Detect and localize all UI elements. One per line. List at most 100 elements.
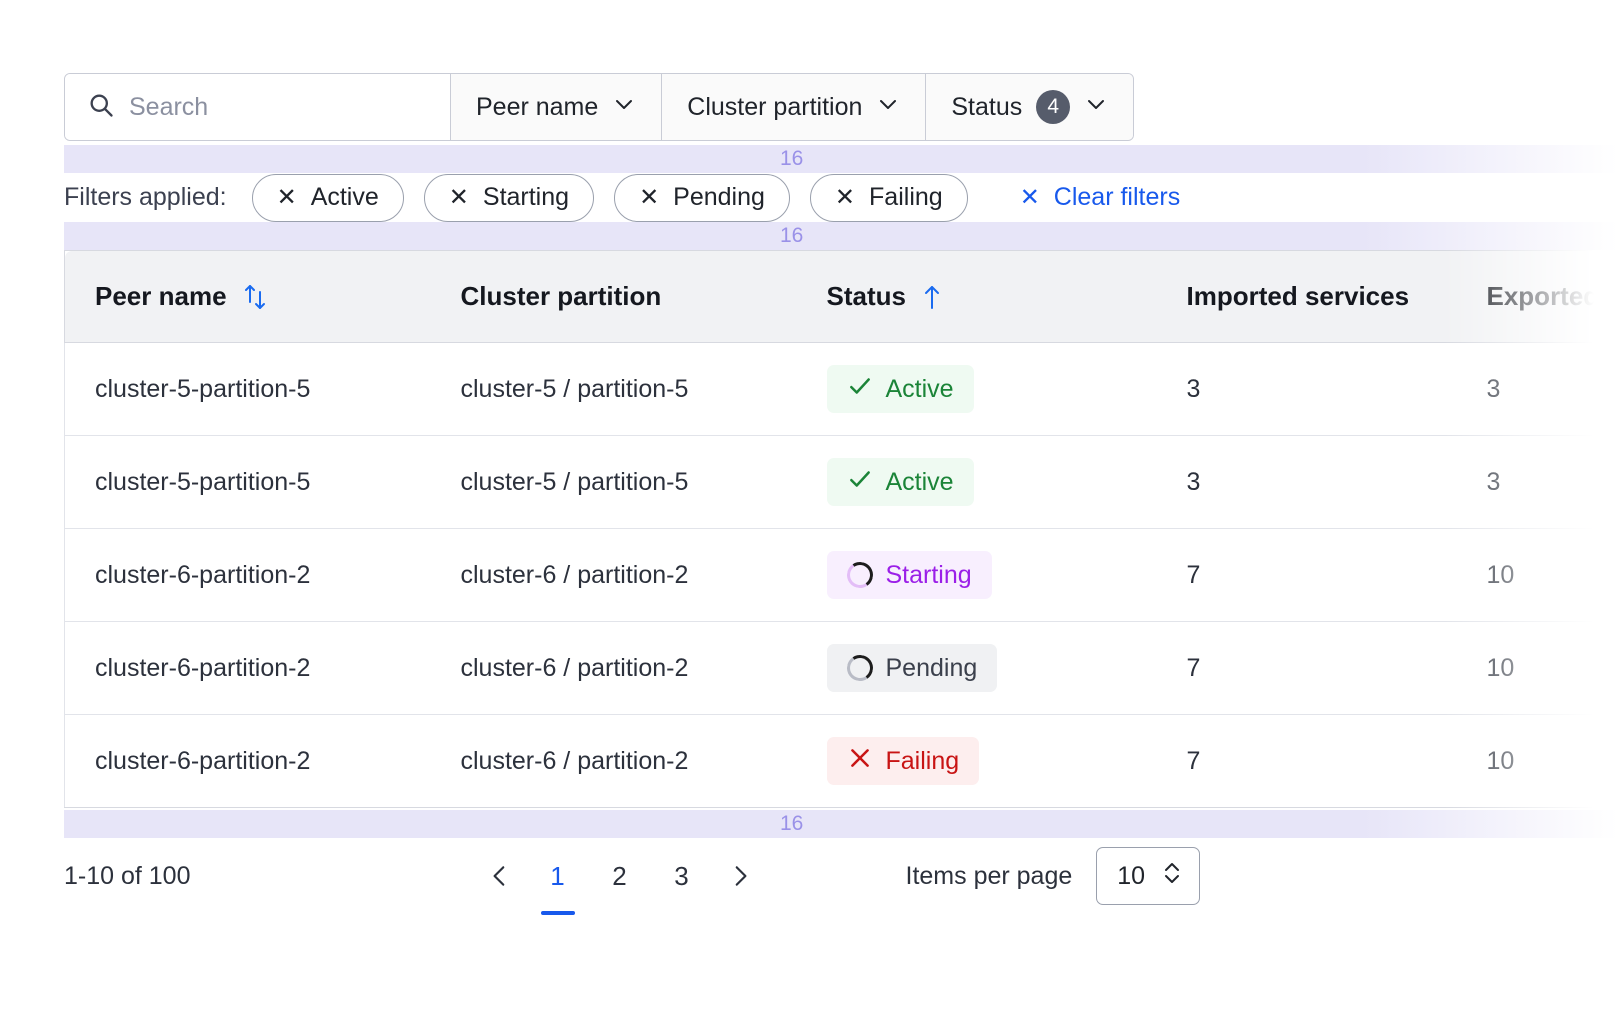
chevron-down-icon	[1084, 92, 1108, 123]
column-header-label: Peer name	[95, 281, 227, 311]
stepper-icon	[1161, 858, 1183, 895]
column-header-exported-services[interactable]: Exported services	[1456, 250, 1618, 343]
page-button-1[interactable]: 1	[527, 846, 589, 915]
cell-status: Active	[796, 435, 1157, 529]
table-header-row: Peer name Cluster partition Status Impor…	[64, 250, 1618, 343]
clear-filters-label: Clear filters	[1053, 183, 1181, 211]
table-header: Peer name Cluster partition Status Impor…	[64, 250, 1618, 343]
status-badge-pending: Pending	[826, 644, 998, 692]
status-filter-count-badge: 4	[1036, 90, 1071, 124]
cell-imported-services: 3	[1156, 435, 1457, 529]
cell-imported-services: 7	[1156, 528, 1457, 622]
cell-cluster-partition: cluster-6 / partition-2	[430, 528, 797, 622]
filter-cluster-partition[interactable]: Cluster partition	[662, 74, 927, 140]
filter-status[interactable]: Status 4	[926, 74, 1134, 140]
column-header-label: Imported services	[1186, 281, 1410, 311]
peers-table-container: Peer name Cluster partition Status Impor…	[64, 250, 1618, 810]
status-badge-starting: Starting	[826, 551, 992, 599]
cell-exported-services: 10	[1456, 714, 1618, 808]
cell-cluster-partition: cluster-6 / partition-2	[430, 714, 797, 808]
search-cell[interactable]	[65, 74, 451, 140]
table-row[interactable]: cluster-5-partition-5 cluster-5 / partit…	[64, 342, 1618, 436]
cell-peer-name: cluster-5-partition-5	[64, 435, 431, 529]
search-input[interactable]	[129, 92, 428, 122]
spacing-label: 16	[780, 224, 804, 247]
chevron-down-icon	[612, 92, 636, 123]
table-row[interactable]: cluster-6-partition-2 cluster-6 / partit…	[64, 621, 1618, 715]
filter-chip-active[interactable]: ✕ Active	[251, 173, 404, 222]
spacing-band-top: 16	[64, 145, 1618, 173]
column-header-peer-name[interactable]: Peer name	[64, 250, 431, 343]
filter-peer-name[interactable]: Peer name	[451, 74, 663, 140]
status-label: Failing	[885, 746, 960, 775]
cell-cluster-partition: cluster-5 / partition-5	[430, 342, 797, 436]
close-icon: ✕	[1019, 183, 1040, 211]
cell-cluster-partition: cluster-6 / partition-2	[430, 621, 797, 715]
filter-peer-name-label: Peer name	[476, 92, 599, 121]
column-header-status[interactable]: Status	[796, 250, 1157, 343]
filter-cluster-partition-label: Cluster partition	[687, 92, 863, 121]
close-icon	[847, 745, 873, 778]
check-icon	[847, 373, 873, 406]
clear-filters-button[interactable]: ✕ Clear filters	[1020, 183, 1181, 212]
table-row[interactable]: cluster-6-partition-2 cluster-6 / partit…	[64, 714, 1618, 808]
cell-imported-services: 3	[1156, 342, 1457, 436]
applied-filters-label: Filters applied:	[64, 183, 227, 211]
cell-imported-services: 7	[1156, 621, 1457, 715]
filter-chip-label: Pending	[673, 183, 765, 211]
page-button-2[interactable]: 2	[589, 846, 651, 906]
cell-cluster-partition: cluster-5 / partition-5	[430, 435, 797, 529]
next-page-button[interactable]	[713, 849, 767, 903]
status-label: Starting	[885, 560, 972, 589]
spacing-band-middle: 16	[64, 222, 1618, 250]
items-per-page-value: 10	[1117, 861, 1146, 890]
close-icon: ✕	[448, 183, 469, 211]
column-header-cluster-partition[interactable]: Cluster partition	[430, 250, 797, 343]
filter-chip-pending[interactable]: ✕ Pending	[614, 173, 790, 222]
cell-exported-services: 10	[1456, 528, 1618, 622]
status-badge-active: Active	[826, 458, 974, 506]
table-body: cluster-5-partition-5 cluster-5 / partit…	[64, 342, 1618, 808]
check-icon	[847, 466, 873, 499]
spinner-icon	[844, 559, 875, 591]
filter-chip-label: Starting	[482, 183, 570, 211]
cell-peer-name: cluster-6-partition-2	[64, 714, 431, 808]
status-label: Active	[885, 374, 954, 403]
items-per-page-control: Items per page 10	[906, 847, 1201, 905]
spacing-label: 16	[780, 812, 804, 835]
table-row[interactable]: cluster-6-partition-2 cluster-6 / partit…	[64, 528, 1618, 622]
column-header-imported-services[interactable]: Imported services	[1156, 250, 1457, 343]
previous-page-button[interactable]	[473, 849, 527, 903]
result-range-text: 1-10 of 100	[64, 861, 191, 890]
filter-chip-starting[interactable]: ✕ Starting	[423, 173, 595, 222]
status-label: Pending	[885, 653, 978, 682]
items-per-page-select[interactable]: 10	[1096, 847, 1201, 905]
status-label: Active	[885, 467, 954, 496]
search-icon	[87, 91, 115, 124]
cell-exported-services: 3	[1456, 435, 1618, 529]
column-header-label: Exported services	[1486, 281, 1618, 311]
page-button-3[interactable]: 3	[651, 846, 713, 906]
unsorted-icon[interactable]	[241, 282, 269, 312]
filter-chip-label: Failing	[869, 183, 943, 211]
chevron-down-icon	[876, 92, 900, 123]
spinner-icon	[844, 652, 875, 684]
column-header-label: Cluster partition	[460, 281, 662, 311]
pagination: 1 2 3	[473, 846, 767, 915]
applied-filters-row: Filters applied: ✕ Active ✕ Starting ✕ P…	[64, 173, 1201, 222]
filter-status-label: Status	[951, 92, 1023, 121]
cell-status: Starting	[796, 528, 1157, 622]
spacing-band-bottom: 16	[64, 810, 1618, 838]
cell-status: Failing	[796, 714, 1157, 808]
spacing-label: 16	[780, 147, 804, 170]
filter-chip-label: Active	[310, 183, 379, 211]
close-icon: ✕	[834, 183, 856, 211]
table-row[interactable]: cluster-5-partition-5 cluster-5 / partit…	[64, 435, 1618, 529]
sort-ascending-icon[interactable]	[920, 282, 944, 312]
cell-peer-name: cluster-5-partition-5	[64, 342, 431, 436]
cell-imported-services: 7	[1156, 714, 1457, 808]
cell-exported-services: 10	[1456, 621, 1618, 715]
cell-peer-name: cluster-6-partition-2	[64, 621, 431, 715]
filter-chip-failing[interactable]: ✕ Failing	[809, 173, 968, 222]
filter-toolbar: Peer name Cluster partition Status 4	[64, 73, 1135, 141]
